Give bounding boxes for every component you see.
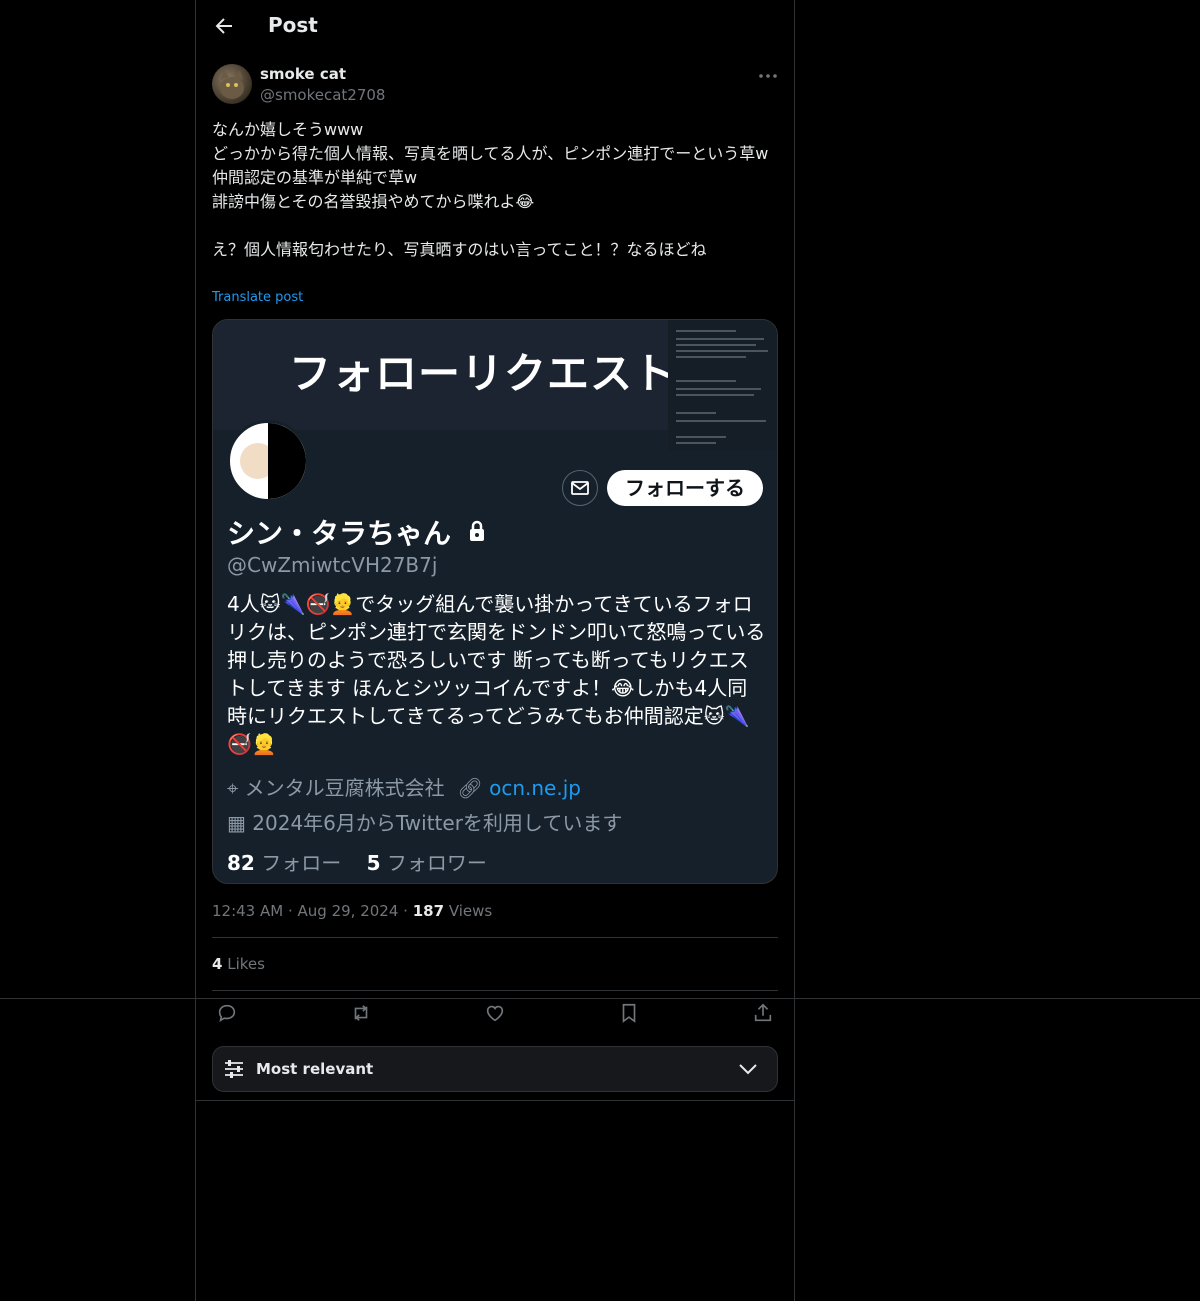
avatar[interactable]	[212, 64, 252, 104]
views-count: 187	[412, 902, 445, 920]
author-handle[interactable]: @smokecat2708	[260, 86, 385, 104]
media-link-text: ocn.ne.jp	[489, 776, 581, 800]
divider	[212, 937, 778, 938]
link-icon: 🔗︎	[450, 776, 490, 800]
media-profile-joined: ▦ 2024年6月からTwitterを利用しています	[227, 807, 622, 836]
divider	[196, 1100, 794, 1101]
reply-icon[interactable]	[216, 1002, 240, 1026]
calendar-icon: ▦	[227, 811, 253, 835]
tweet-text: なんか嬉しそうwww どっかから得た個人情報、写真を晒してる人が、ピンポン連打で…	[212, 118, 778, 262]
tweet-time[interactable]: 12:43 AM	[212, 902, 283, 920]
sort-replies-select[interactable]: Most relevant	[212, 1046, 778, 1092]
lock-icon	[468, 520, 486, 542]
back-arrow-icon[interactable]	[212, 14, 236, 38]
like-icon[interactable]	[484, 1002, 508, 1026]
header: Post	[196, 0, 794, 54]
followers-label: フォロワー	[386, 851, 487, 875]
media-profile-location: ⌖ メンタル豆腐株式会社 🔗︎ ocn.ne.jp	[227, 772, 581, 801]
followers-count: 5	[366, 851, 381, 875]
meta-dot: ·	[287, 902, 298, 920]
media-profile-stats: 82 フォロー 5 フォロワー	[227, 847, 487, 876]
more-icon[interactable]	[756, 64, 780, 88]
media-banner-title: フォローリクエスト	[289, 349, 677, 398]
location-icon: ⌖	[227, 776, 245, 800]
tweet-date[interactable]: Aug 29, 2024	[298, 902, 399, 920]
following-count: 82	[227, 851, 255, 875]
mail-icon	[562, 470, 598, 506]
media-profile-avatar	[227, 420, 309, 502]
tweet-line: 誹謗中傷とその名誉毀損やめてから喋れよ😂	[212, 192, 535, 211]
retweet-icon[interactable]	[350, 1002, 374, 1026]
tweet-line: 仲間認定の基準が単純で草w	[212, 168, 418, 187]
page-title: Post	[268, 13, 318, 37]
media-profile-bio: 4人🐱🌂🚭👱でタッグ組んで襲い掛かってきているフォロリクは、ピンポン連打で玄関を…	[227, 592, 766, 756]
tweet-line: なんか嬉しそうwww	[212, 120, 364, 139]
tweet-meta: 12:43 AM · Aug 29, 2024 · 187 Views	[212, 902, 492, 920]
tweet-line	[212, 214, 778, 238]
attached-image[interactable]: フォローリクエスト フォローする シン・タラちゃん @CwZmiwtcVH27B…	[212, 319, 778, 884]
translate-post-link[interactable]: Translate post	[212, 290, 303, 305]
sort-label: Most relevant	[256, 1060, 374, 1078]
meta-dot: ·	[403, 902, 413, 920]
author-name[interactable]: smoke cat	[260, 65, 346, 83]
media-profile-handle: @CwZmiwtcVH27B7j	[227, 553, 438, 577]
media-location-text: メンタル豆腐株式会社	[244, 776, 445, 800]
chevron-down-icon	[737, 1058, 759, 1080]
tweet-line: どっかから得た個人情報、写真を晒してる人が、ピンポン連打でーという草w	[212, 144, 769, 163]
primary-column: Post smoke cat @smokecat2708 なんか嬉しそうwww …	[195, 0, 795, 1301]
divider	[212, 990, 778, 991]
likes-count: 4	[212, 955, 223, 973]
likes-link[interactable]: 4 Likes	[212, 955, 265, 973]
views-label: Views	[448, 902, 493, 920]
following-label: フォロー	[261, 851, 342, 875]
media-profile-name: シン・タラちゃん	[227, 517, 452, 550]
tweet-line: え？個人情報匂わせたり、写真晒すのはい言ってこと！？なるほどね	[212, 240, 707, 259]
media-follow-button: フォローする	[607, 470, 763, 506]
media-joined-text: 2024年6月からTwitterを利用しています	[252, 811, 623, 835]
sliders-icon	[223, 1058, 245, 1080]
share-icon[interactable]	[752, 1002, 776, 1026]
likes-label: Likes	[227, 955, 265, 973]
media-mini-screenshot	[668, 320, 777, 450]
bookmark-icon[interactable]	[618, 1002, 642, 1026]
